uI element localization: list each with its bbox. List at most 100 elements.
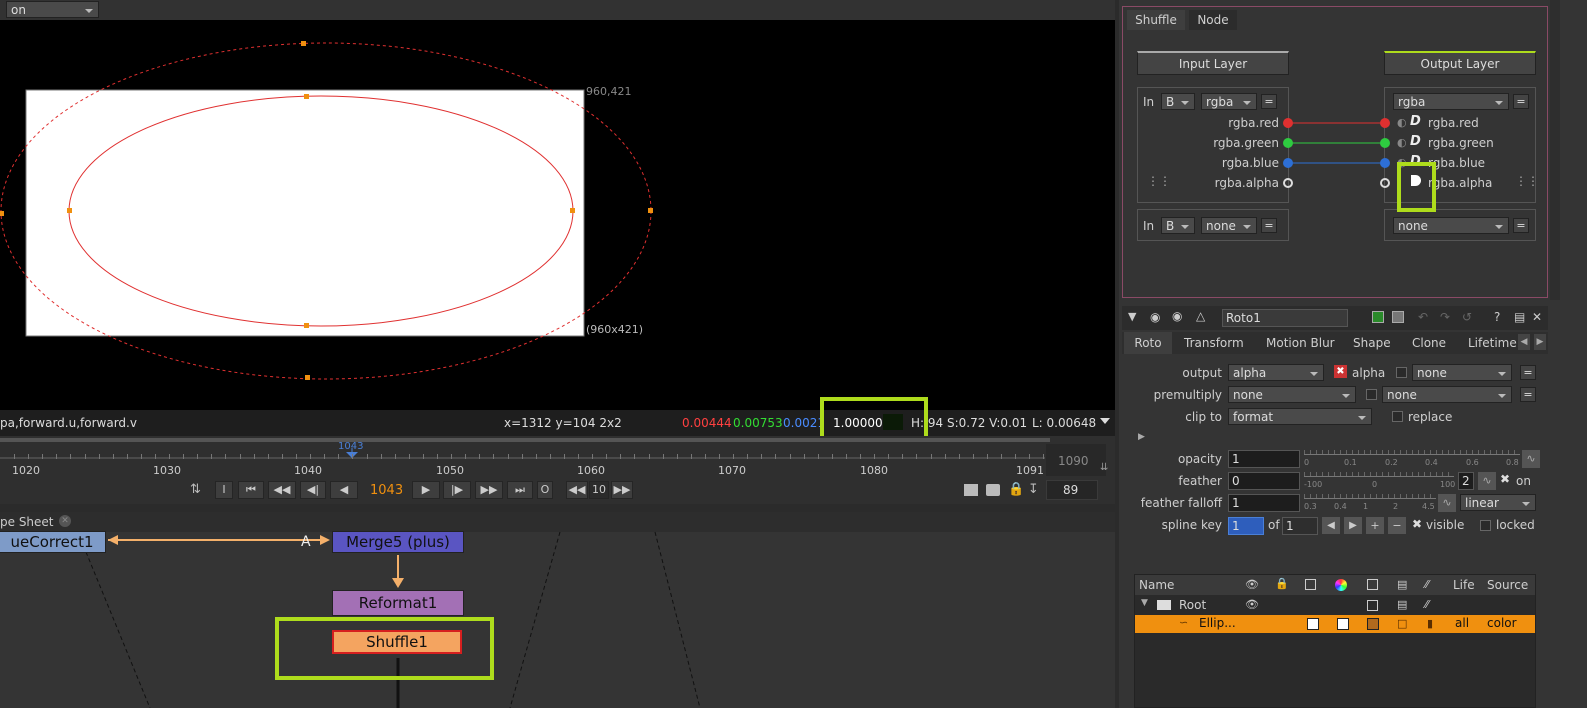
root-row[interactable]: ▼ Root 👁 ▤ ⁄⁄ [1135,597,1535,615]
prev-frame-button[interactable]: ◀| [300,481,326,499]
output-dropdown[interactable]: alpha [1228,364,1324,381]
tab-shuffle[interactable]: Shuffle [1127,10,1185,30]
feather-falloff-field[interactable]: 1 [1228,494,1300,512]
chevron-down-icon[interactable] [1100,418,1110,424]
current-frame[interactable]: 1043 [370,483,403,498]
first-frame-button[interactable]: ⏮ [238,481,264,499]
lock-icon[interactable]: 🔒 [1008,482,1024,497]
viewer-canvas[interactable]: 960,421 (960x421) [0,20,1115,410]
in-green-socket[interactable] [1283,138,1293,148]
invert-icon[interactable] [1367,618,1379,630]
drag-handle-icon[interactable]: ⋮⋮ [1515,174,1539,188]
undo-icon[interactable]: ↶ [1418,310,1428,324]
locked-checkbox[interactable] [1480,520,1491,531]
close-icon[interactable]: ✕ [1532,310,1542,324]
feather-on-checkbox[interactable]: ✖ [1500,472,1510,486]
spline-key-field[interactable]: 1 [1228,517,1264,535]
name-column[interactable]: Name [1139,578,1174,592]
expand-icon[interactable]: ▶ [1138,432,1145,442]
tab-roto[interactable]: Roto [1124,332,1172,354]
loop-icon[interactable]: ⇅ [190,482,201,497]
tab-node[interactable]: Node [1189,10,1237,30]
out-point-button[interactable]: O [537,481,553,499]
prev-keyframe-button[interactable]: ◀◀ [268,481,296,499]
output-right-checkbox[interactable] [1396,367,1407,378]
premultiply-equal-button[interactable]: = [1520,387,1536,402]
redo-icon[interactable]: ↷ [1440,310,1450,324]
black-toggle-icon[interactable]: ◐ [1397,136,1407,149]
increment-field[interactable]: 10 [589,481,609,499]
feather-field[interactable]: 0 [1228,472,1300,490]
blend-icon[interactable]: □ [1397,617,1407,630]
premultiply-dropdown[interactable]: none [1228,386,1356,403]
merge-node[interactable]: Merge5 (plus) [332,531,464,553]
next-frame-button[interactable]: |▶ [443,481,471,499]
drag-handle-icon[interactable]: ⋮⋮ [1147,174,1171,188]
next-key-icon[interactable]: ▶ [1344,517,1362,534]
chevrons-down-icon[interactable]: ⇊ [1100,462,1108,473]
timeline[interactable]: 1020 1030 1040 1050 1060 1070 1080 1091 1043 10… [0,436,1115,504]
white-toggle-icon[interactable]: D [1410,114,1421,129]
help-icon[interactable]: ? [1494,310,1500,324]
feather-multiplier-field[interactable]: 2 [1458,472,1474,490]
out-green-socket[interactable] [1380,138,1390,148]
output-right-dropdown[interactable]: none [1412,364,1512,381]
in-red-socket[interactable] [1283,118,1293,128]
color-swatch[interactable] [1337,618,1349,630]
out2-equal-button[interactable]: = [1513,218,1529,233]
falloff-type-dropdown[interactable]: linear [1460,494,1536,511]
view-node-icon[interactable]: ◉ [1150,310,1160,324]
tab-shape[interactable]: Shape [1353,336,1391,350]
in-blue-socket[interactable] [1283,158,1293,168]
scrollbar[interactable] [1550,0,1560,300]
feather-slider[interactable]: -100 0 100 [1304,470,1455,494]
in2-equal-button[interactable]: = [1261,218,1277,233]
color-icon[interactable]: ◉ [1172,309,1182,323]
output-equal-button[interactable]: = [1520,365,1536,380]
tab-lifetime[interactable]: Lifetime [1468,336,1517,350]
step-back-button[interactable]: ◀◀ [566,481,588,499]
tab-motion-blur[interactable]: Motion Blur [1266,336,1335,350]
float-window-icon[interactable]: ▤ [1514,310,1525,324]
blend-icon[interactable]: ▤ [1397,598,1407,611]
out2-layer-dropdown[interactable]: none [1393,217,1509,234]
swatch-icon[interactable] [1392,311,1404,323]
eye-icon[interactable]: 👁 [1245,598,1259,611]
curve-icon[interactable]: ∿ [1522,450,1540,468]
motion-blur-icon[interactable]: ▮ [1427,617,1433,630]
prev-key-icon[interactable]: ◀ [1322,517,1340,534]
premultiply-right-dropdown[interactable]: none [1382,386,1512,403]
out-blue-socket[interactable] [1380,158,1390,168]
play-forward-button[interactable]: ▶ [412,481,440,499]
next-keyframe-button[interactable]: ▶▶ [475,481,503,499]
green-swatch-icon[interactable] [1372,311,1384,323]
motion-blur-icon[interactable]: ⁄⁄ [1425,598,1429,611]
feather-falloff-slider[interactable]: 0.3 0.4 1 2 4.5 [1304,492,1436,516]
in-alpha-socket[interactable] [1283,178,1293,188]
overlay-icon[interactable] [1307,618,1319,630]
add-key-icon[interactable]: + [1366,517,1384,534]
last-frame-button[interactable]: ⏭ [507,481,533,499]
clip-to-dropdown[interactable]: format [1228,408,1372,425]
camera-icon[interactable] [986,484,1000,496]
chevron-right-icon[interactable]: ▶ [1534,334,1546,350]
in2-source-dropdown[interactable]: B [1161,217,1195,234]
in2-layer-dropdown[interactable]: none [1201,217,1257,234]
node-name-field[interactable]: Roto1 [1222,309,1348,327]
replace-checkbox[interactable] [1392,411,1403,422]
revert-icon[interactable]: ↺ [1462,310,1472,324]
opacity-field[interactable]: 1 [1228,450,1300,468]
curve-icon[interactable]: ∿ [1478,472,1496,490]
black-toggle-icon[interactable]: ◐ [1397,116,1407,129]
step-forward-button[interactable]: ▶▶ [611,481,633,499]
play-range-icon[interactable] [964,484,978,496]
float-icon[interactable]: △ [1196,309,1205,323]
chevron-down-icon[interactable]: ▼ [1141,598,1148,608]
tab-clone[interactable]: Clone [1412,336,1446,350]
opacity-slider[interactable]: 0 0.1 0.2 0.4 0.6 0.8 [1304,448,1520,472]
visible-checkbox[interactable]: ✖ [1412,517,1422,531]
invert-icon[interactable] [1367,600,1378,611]
collapse-icon[interactable]: ▼ [1128,310,1136,323]
play-backward-button[interactable]: ◀ [330,481,358,499]
curve-icon[interactable]: ∿ [1438,494,1456,512]
